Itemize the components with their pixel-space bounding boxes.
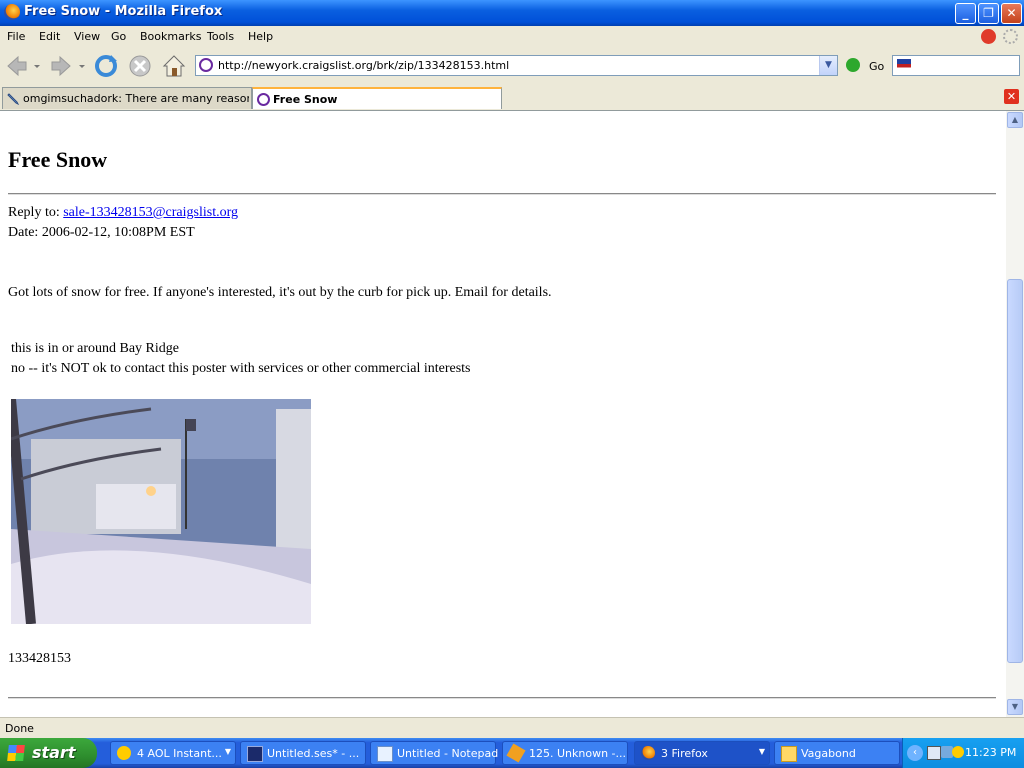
post-date: Date: 2006-02-12, 10:08PM EST [8, 225, 195, 240]
throbber-icon [1003, 29, 1018, 44]
taskbar-item-label: Untitled.ses* - ... [267, 747, 360, 760]
show-hidden-icons-button[interactable]: ‹ [907, 745, 923, 761]
go-icon[interactable] [846, 58, 860, 72]
menu-edit[interactable]: Edit [39, 30, 60, 43]
menu-help[interactable]: Help [248, 30, 273, 43]
site-favicon [199, 58, 213, 72]
back-icon[interactable] [4, 53, 30, 79]
home-icon[interactable] [161, 53, 187, 79]
tab-omgimsuchadork[interactable]: omgimsuchadork: There are many reasons I… [2, 87, 252, 109]
url-dropdown-button[interactable]: ▼ [819, 56, 837, 75]
page-content: Free Snow Reply to: sale-133428153@craig… [0, 111, 1006, 717]
network-icon[interactable] [927, 746, 941, 760]
vertical-scrollbar[interactable]: ▲ ▼ [1006, 111, 1024, 717]
tab-bar: omgimsuchadork: There are many reasons I… [0, 86, 1024, 111]
aim-icon [117, 746, 131, 760]
menu-tools[interactable]: Tools [207, 30, 234, 43]
location-text: this is in or around Bay Ridge [11, 341, 179, 356]
back-dropdown-icon[interactable] [32, 53, 42, 79]
menu-view[interactable]: View [74, 30, 100, 43]
commercial-notice: no -- it's NOT ok to contact this poster… [11, 361, 471, 376]
stop-icon[interactable] [127, 53, 153, 79]
notepad-icon [377, 746, 393, 762]
windows-logo-icon [7, 745, 25, 761]
url-input[interactable] [218, 58, 818, 73]
system-tray: ‹ 11:23 PM [902, 738, 1024, 768]
forward-icon[interactable] [48, 53, 74, 79]
search-engine-icon[interactable] [897, 59, 911, 71]
chevron-down-icon: ▼ [758, 747, 765, 756]
firefox-icon [4, 4, 20, 20]
status-bar: Done [0, 717, 1024, 739]
forward-dropdown-icon[interactable] [77, 53, 87, 79]
start-button[interactable]: start [0, 738, 97, 768]
window-title: Free Snow - Mozilla Firefox [24, 4, 223, 19]
window-titlebar[interactable]: Free Snow - Mozilla Firefox _ ❐ ✕ [0, 0, 1024, 26]
menu-bar: File Edit View Go Bookmarks Tools Help [0, 26, 1024, 48]
taskbar-item-label: Untitled - Notepad [397, 747, 499, 760]
status-text: Done [5, 722, 34, 735]
firefox-icon [641, 746, 655, 760]
taskbar: start 4 AOL Instant... ▼ Untitled.ses* -… [0, 738, 1024, 768]
reply-label: Reply to: [8, 205, 60, 220]
taskbar-item-label: 125. Unknown -... [529, 747, 627, 760]
post-body: Got lots of snow for free. If anyone's i… [8, 285, 552, 300]
tab-label: Free Snow [273, 93, 338, 106]
folder-icon [781, 746, 797, 762]
aim-tray-icon[interactable] [952, 746, 964, 758]
snow-photo [11, 399, 311, 624]
taskbar-item-notepad[interactable]: Untitled - Notepad [370, 741, 499, 765]
taskbar-item-winamp[interactable]: 125. Unknown -... [502, 741, 628, 765]
url-bar[interactable]: ▼ [195, 55, 838, 76]
taskbar-item-aim[interactable]: 4 AOL Instant... ▼ [110, 741, 236, 765]
start-label: start [32, 743, 76, 762]
taskbar-item-label: 4 AOL Instant... [137, 747, 222, 760]
menu-bookmarks[interactable]: Bookmarks [140, 30, 201, 43]
taskbar-item-audio-editor[interactable]: Untitled.ses* - ... [240, 741, 366, 765]
go-button[interactable]: Go [869, 60, 884, 73]
chevron-down-icon: ▼ [224, 747, 231, 756]
menu-file[interactable]: File [7, 30, 25, 43]
minimize-button[interactable]: _ [955, 3, 976, 24]
divider [8, 193, 996, 195]
scrollbar-thumb[interactable] [1007, 279, 1023, 663]
reload-icon[interactable] [93, 53, 119, 79]
taskbar-item-label: 3 Firefox [661, 747, 708, 760]
winamp-icon [506, 743, 526, 763]
scroll-up-button[interactable]: ▲ [1007, 112, 1023, 128]
tab-free-snow[interactable]: Free Snow [252, 87, 502, 109]
peace-icon [257, 93, 270, 106]
close-tab-button[interactable]: ✕ [1004, 89, 1019, 104]
audio-editor-icon [247, 746, 263, 762]
search-input[interactable] [892, 55, 1020, 76]
tab-label: omgimsuchadork: There are many reasons I… [23, 92, 249, 105]
taskbar-item-vagabond[interactable]: Vagabond [774, 741, 900, 765]
divider [8, 697, 996, 699]
close-button[interactable]: ✕ [1001, 3, 1022, 24]
taskbar-item-label: Vagabond [801, 747, 856, 760]
update-alert-icon[interactable] [981, 29, 996, 44]
reply-email-link[interactable]: sale-133428153@craigslist.org [63, 205, 238, 220]
taskbar-item-firefox[interactable]: 3 Firefox ▼ [634, 741, 770, 765]
scroll-down-button[interactable]: ▼ [1007, 699, 1023, 715]
reply-line: Reply to: sale-133428153@craigslist.org [8, 205, 238, 221]
menu-go[interactable]: Go [111, 30, 126, 43]
page-title: Free Snow [8, 147, 108, 172]
livejournal-icon [7, 93, 20, 105]
post-id: 133428153 [8, 651, 71, 666]
clock[interactable]: 11:23 PM [965, 746, 1016, 759]
maximize-button[interactable]: ❐ [978, 3, 999, 24]
